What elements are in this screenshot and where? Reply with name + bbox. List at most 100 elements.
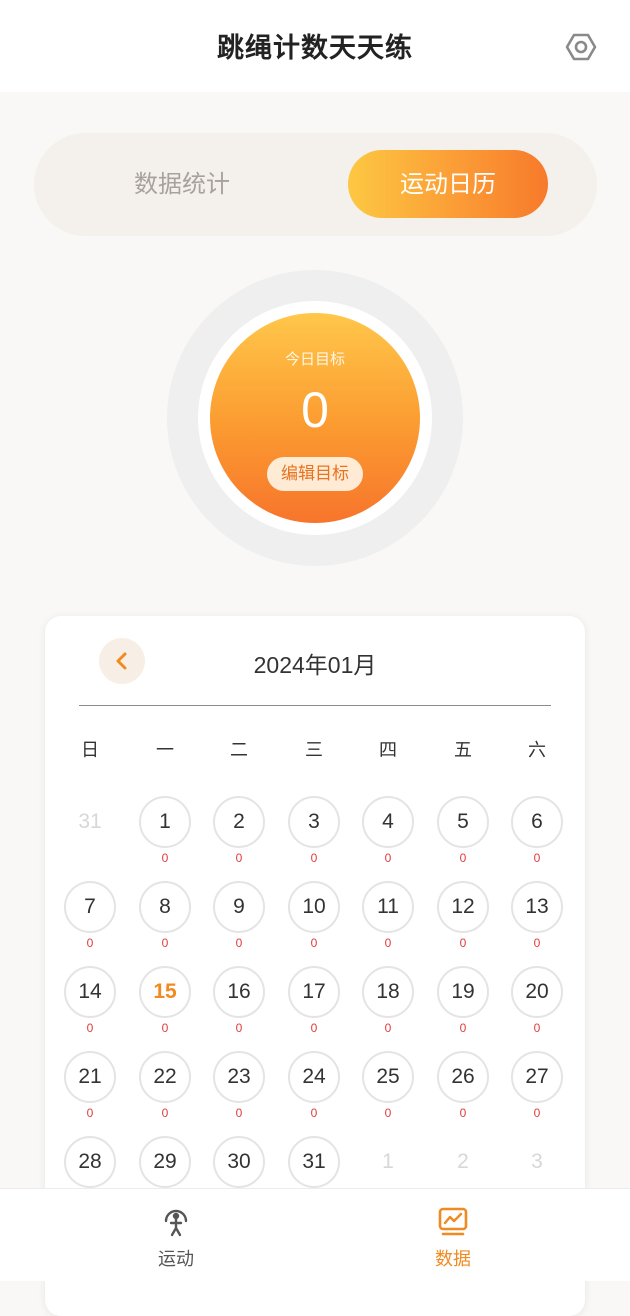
day-number: 6 (511, 796, 563, 848)
calendar-day[interactable]: 70 (64, 881, 116, 961)
day-number: 14 (64, 966, 116, 1018)
day-jump-count: 0 (459, 936, 467, 950)
calendar-day[interactable]: 22 0 (139, 1051, 191, 1131)
day-number: 12 (437, 881, 489, 933)
day-jump-count: 0 (533, 1106, 541, 1120)
day-number: 20 (511, 966, 563, 1018)
day-number: 3 (288, 796, 340, 848)
day-number: 21 (64, 1051, 116, 1103)
calendar-day[interactable]: 19 0 (437, 966, 489, 1046)
settings-button[interactable] (560, 26, 602, 68)
day-jump-count: 0 (86, 1106, 94, 1120)
jump-rope-person-icon (164, 1209, 188, 1237)
day-jump-count: 0 (235, 936, 243, 950)
nav-item-data[interactable]: 数据 (393, 1189, 513, 1281)
weekday-label: 三 (305, 740, 323, 761)
app-header: 跳绳计数天天练 (0, 0, 630, 92)
day-jump-count: 0 (384, 1106, 392, 1120)
day-number: 24 (288, 1051, 340, 1103)
day-number: 16 (213, 966, 265, 1018)
weekday-label: 二 (230, 740, 248, 761)
day-number: 30 (213, 1136, 265, 1188)
chart-monitor-icon (438, 1207, 468, 1236)
edit-goal-button[interactable]: 编辑目标 (267, 457, 363, 491)
calendar-day: 31 (64, 796, 116, 876)
day-number: 26 (437, 1051, 489, 1103)
day-jump-count: 0 (235, 1021, 243, 1035)
day-jump-count: 0 (235, 1106, 243, 1120)
calendar-day[interactable]: 27 0 (511, 1051, 563, 1131)
calendar-day-today[interactable]: 15 0 (139, 966, 191, 1046)
day-jump-count: 0 (86, 1021, 94, 1035)
tab-exercise-calendar[interactable]: 运动日历 (348, 150, 548, 218)
day-jump-count: 0 (235, 851, 243, 865)
day-number: 8 (139, 881, 191, 933)
weekday-label: 日 (81, 740, 99, 761)
day-jump-count: 0 (310, 936, 318, 950)
day-jump-count: 0 (459, 1021, 467, 1035)
calendar-day[interactable]: 17 0 (288, 966, 340, 1046)
goal-label: 今日目标 (284, 350, 345, 368)
day-jump-count: 0 (161, 936, 169, 950)
day-number: 17 (288, 966, 340, 1018)
calendar-day[interactable]: 30 (288, 796, 340, 876)
day-number: 13 (511, 881, 563, 933)
day-number: 18 (362, 966, 414, 1018)
calendar-day[interactable]: 16 0 (213, 966, 265, 1046)
calendar-day[interactable]: 11 0 (362, 881, 414, 961)
goal-ring: 今日目标 0 编辑目标 (198, 301, 432, 535)
nav-item-exercise[interactable]: 运动 (116, 1189, 236, 1281)
page-title: 跳绳计数天天练 (217, 33, 413, 64)
calendar-day[interactable]: 90 (213, 881, 265, 961)
calendar-day[interactable]: 12 0 (437, 881, 489, 961)
day-number: 31 (288, 1136, 340, 1188)
calendar-day[interactable]: 20 0 (511, 966, 563, 1046)
calendar-day[interactable]: 60 (511, 796, 563, 876)
calendar-day[interactable]: 10 (139, 796, 191, 876)
day-number: 10 (288, 881, 340, 933)
day-jump-count: 0 (86, 936, 94, 950)
calendar-day[interactable]: 80 (139, 881, 191, 961)
settings-icon (565, 33, 597, 61)
month-title: 2024年01月 (253, 652, 377, 678)
day-jump-count: 0 (384, 1021, 392, 1035)
day-number: 2 (213, 796, 265, 848)
calendar-day[interactable]: 25 0 (362, 1051, 414, 1131)
day-number: 1 (362, 1136, 414, 1188)
day-jump-count: 0 (161, 1021, 169, 1035)
day-number: 4 (362, 796, 414, 848)
tab-data-stats[interactable]: 数据统计 (82, 150, 282, 218)
calendar-day[interactable]: 21 0 (64, 1051, 116, 1131)
calendar-day[interactable]: 13 0 (511, 881, 563, 961)
calendar-day[interactable]: 50 (437, 796, 489, 876)
day-number: 11 (362, 881, 414, 933)
day-number: 19 (437, 966, 489, 1018)
day-number: 27 (511, 1051, 563, 1103)
calendar-day[interactable]: 18 0 (362, 966, 414, 1046)
day-jump-count: 0 (310, 1106, 318, 1120)
goal-circle: 今日目标 0 编辑目标 (210, 313, 420, 523)
calendar-day[interactable]: 14 0 (64, 966, 116, 1046)
weekday-label: 四 (379, 740, 397, 761)
day-number: 3 (511, 1136, 563, 1188)
day-jump-count: 0 (310, 851, 318, 865)
calendar-day[interactable]: 40 (362, 796, 414, 876)
day-number: 29 (139, 1136, 191, 1188)
calendar-day[interactable]: 24 0 (288, 1051, 340, 1131)
day-jump-count: 0 (310, 1021, 318, 1035)
calendar-day[interactable]: 26 0 (437, 1051, 489, 1131)
goal-ring-outer: 今日目标 0 编辑目标 (167, 270, 463, 566)
nav-label-exercise: 运动 (158, 1249, 194, 1270)
day-number: 31 (64, 796, 116, 848)
day-number: 28 (64, 1136, 116, 1188)
calendar-day[interactable]: 20 (213, 796, 265, 876)
day-number: 2 (437, 1136, 489, 1188)
calendar-day[interactable]: 23 0 (213, 1051, 265, 1131)
calendar-day[interactable]: 10 0 (288, 881, 340, 961)
day-number: 25 (362, 1051, 414, 1103)
day-jump-count: 0 (384, 851, 392, 865)
day-number: 9 (213, 881, 265, 933)
day-number: 22 (139, 1051, 191, 1103)
day-jump-count: 0 (459, 1106, 467, 1120)
goal-value: 0 (301, 382, 329, 438)
